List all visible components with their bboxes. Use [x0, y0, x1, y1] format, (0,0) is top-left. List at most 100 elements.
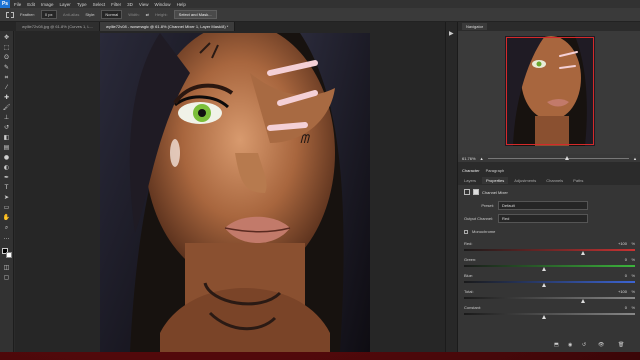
- menu-image[interactable]: Image: [41, 2, 54, 7]
- zoom-slider-knob[interactable]: [565, 155, 570, 160]
- slider-blue[interactable]: Blue: 0%: [458, 272, 640, 288]
- eraser-icon[interactable]: ◧: [3, 134, 11, 142]
- portrait-image: ᗰ: [100, 33, 370, 352]
- clone-stamp-icon[interactable]: ⊥: [3, 114, 11, 122]
- tab-paths[interactable]: Paths: [569, 177, 587, 184]
- marquee-icon[interactable]: [6, 11, 14, 18]
- mask-icon[interactable]: [473, 189, 479, 195]
- play-icon[interactable]: ▶: [449, 30, 454, 37]
- slider-green[interactable]: Green: 0%: [458, 256, 640, 272]
- type-tool-icon[interactable]: T: [3, 184, 11, 192]
- slider-knob[interactable]: [581, 251, 586, 255]
- reset-icon[interactable]: ↺: [582, 342, 586, 348]
- document-tab-1[interactable]: wyllie72v08.jpg @ 61.8% (Curves 1, L...: [16, 22, 100, 31]
- crop-tool-icon[interactable]: ⌗: [3, 74, 11, 82]
- menu-3d[interactable]: 3D: [127, 2, 133, 7]
- tab-character[interactable]: Character: [462, 168, 480, 176]
- tab-layers[interactable]: Layers: [460, 177, 480, 184]
- properties-title: Channel Mixer: [482, 189, 508, 195]
- clip-to-layer-icon[interactable]: ⬒: [554, 342, 559, 348]
- background-color-swatch[interactable]: [5, 252, 12, 258]
- eyedropper-icon[interactable]: ⁄: [3, 84, 11, 92]
- menu-view[interactable]: View: [139, 2, 149, 7]
- healing-brush-icon[interactable]: ✚: [3, 94, 11, 102]
- path-select-icon[interactable]: ➤: [3, 194, 11, 202]
- slider-knob[interactable]: [541, 283, 546, 287]
- feather-input[interactable]: 0 px: [40, 10, 57, 19]
- tab-paragraph[interactable]: Paragraph: [486, 168, 505, 176]
- feather-label: Feather:: [20, 12, 35, 17]
- slider-track[interactable]: [464, 281, 635, 283]
- zoom-slider[interactable]: [487, 155, 630, 160]
- marquee-tool-icon[interactable]: ⬚: [3, 44, 11, 52]
- menu-type[interactable]: Type: [77, 2, 87, 7]
- view-previous-icon[interactable]: ◉: [568, 342, 572, 348]
- history-brush-icon[interactable]: ↺: [3, 124, 11, 132]
- brush-tool-icon[interactable]: 🖌: [3, 104, 11, 112]
- navigator-tabs: Navigator: [458, 22, 640, 31]
- slider-value[interactable]: +100: [618, 241, 627, 246]
- dodge-tool-icon[interactable]: ◐: [3, 164, 11, 172]
- delete-icon[interactable]: 🗑: [618, 342, 624, 348]
- hand-tool-icon[interactable]: ✋: [3, 214, 11, 222]
- quick-mask-icon[interactable]: ◫: [3, 264, 11, 272]
- pen-tool-icon[interactable]: ✒: [3, 174, 11, 182]
- style-select[interactable]: Normal: [101, 10, 123, 19]
- menu-select[interactable]: Select: [93, 2, 106, 7]
- slider-knob[interactable]: [541, 315, 546, 319]
- navigator-thumbnail[interactable]: [505, 36, 595, 146]
- menu-file[interactable]: File: [14, 2, 21, 7]
- menu-edit[interactable]: Edit: [27, 2, 35, 7]
- zoom-out-icon[interactable]: ▲: [480, 156, 484, 161]
- menu-window[interactable]: Window: [155, 2, 171, 7]
- lasso-tool-icon[interactable]: ʘ: [3, 54, 11, 62]
- preset-select[interactable]: Default: [498, 201, 588, 210]
- navigator-tab[interactable]: Navigator: [462, 23, 488, 30]
- monochrome-checkbox[interactable]: [464, 229, 468, 234]
- tab-adjustments[interactable]: Adjustments: [510, 177, 540, 184]
- zoom-tool-icon[interactable]: ⌕: [3, 224, 11, 232]
- gradient-icon[interactable]: ▤: [3, 144, 11, 152]
- document-canvas[interactable]: ᗰ: [100, 33, 370, 352]
- slider-label: Red:: [464, 241, 473, 246]
- document-tab-2[interactable]: wyllie72v08 - wowmagic @ 61.8% (Channel …: [99, 22, 236, 31]
- slider-value[interactable]: 0: [625, 305, 627, 310]
- slider-value[interactable]: +100: [618, 289, 627, 294]
- tab-channels[interactable]: Channels: [542, 177, 567, 184]
- menu-filter[interactable]: Filter: [111, 2, 121, 7]
- canvas-area[interactable]: ᗰ: [15, 31, 445, 352]
- select-and-mask-button[interactable]: Select and Mask...: [173, 10, 217, 19]
- slider-total[interactable]: Total: +100%: [458, 288, 640, 304]
- monochrome-row: Monochrome: [458, 227, 640, 236]
- slider-constant[interactable]: Constant: 0%: [458, 304, 640, 320]
- properties-tabs: Layers Properties Adjustments Channels P…: [458, 176, 640, 185]
- slider-track[interactable]: [464, 297, 635, 299]
- slider-value[interactable]: 0: [625, 273, 627, 278]
- slider-knob[interactable]: [581, 299, 586, 303]
- navigator-view-box[interactable]: [506, 37, 594, 145]
- quick-select-icon[interactable]: ✎: [3, 64, 11, 72]
- output-channel-label: Output Channel:: [464, 216, 494, 221]
- shape-tool-icon[interactable]: ▭: [3, 204, 11, 212]
- slider-knob[interactable]: [541, 267, 546, 271]
- menu-layer[interactable]: Layer: [60, 2, 71, 7]
- slider-track[interactable]: [464, 313, 635, 315]
- slider-red[interactable]: Red: +100%: [458, 240, 640, 256]
- screen-mode-icon[interactable]: ▢: [3, 274, 11, 282]
- zoom-in-icon[interactable]: ▲: [633, 156, 637, 161]
- more-tools-icon[interactable]: …: [3, 234, 11, 242]
- tab-properties[interactable]: Properties: [482, 177, 509, 184]
- swap-icon[interactable]: ⇄: [146, 12, 149, 17]
- character-panel-tabs: Character Paragraph: [458, 162, 640, 176]
- output-channel-select[interactable]: Red: [498, 214, 588, 223]
- zoom-value[interactable]: 61.76%: [462, 156, 476, 161]
- slider-track[interactable]: [464, 265, 635, 267]
- color-swatches[interactable]: [1, 248, 12, 258]
- menu-help[interactable]: Help: [177, 2, 186, 7]
- blur-tool-icon[interactable]: ●: [3, 154, 11, 162]
- visibility-icon[interactable]: 👁: [598, 342, 604, 348]
- slider-track[interactable]: [464, 249, 635, 251]
- move-tool-icon[interactable]: ✥: [3, 34, 11, 42]
- slider-value[interactable]: 0: [625, 257, 627, 262]
- antialias-label[interactable]: Anti-alias: [63, 12, 79, 17]
